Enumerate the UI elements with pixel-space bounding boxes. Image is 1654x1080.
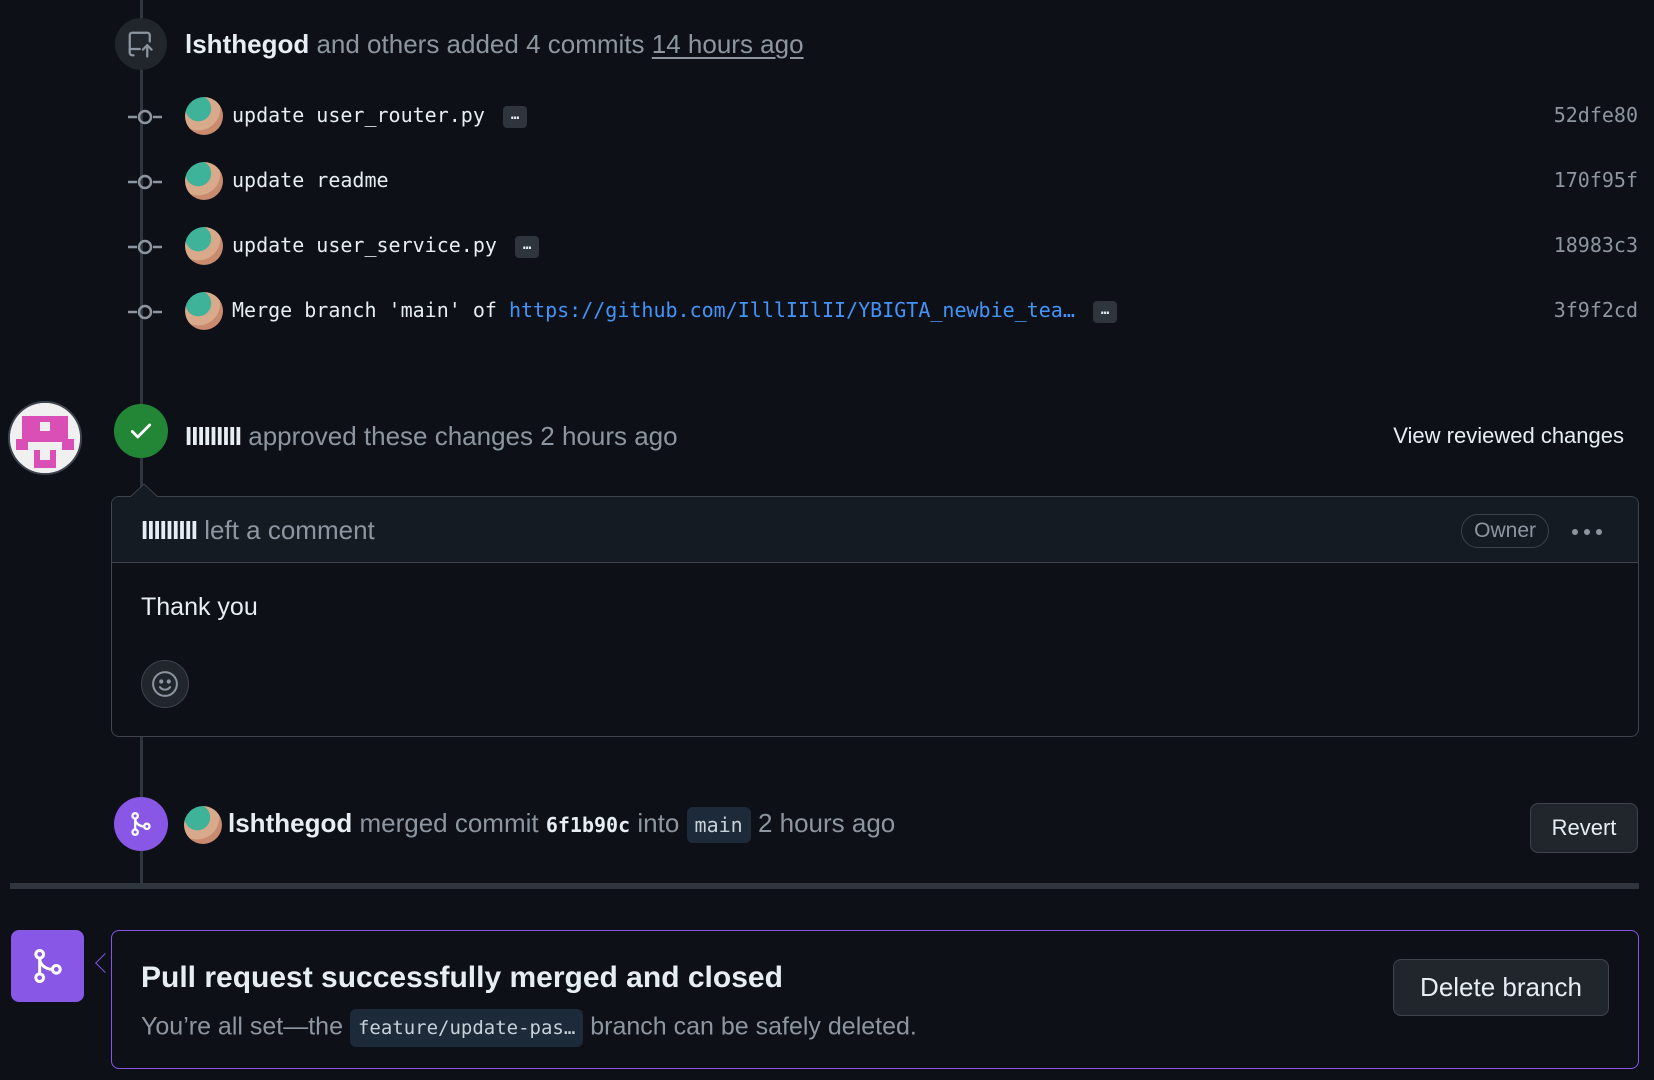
- merged-title: Pull request successfully merged and clo…: [141, 961, 783, 994]
- commit-sha-link[interactable]: 52dfe80: [1554, 103, 1638, 127]
- commit-url-link[interactable]: https://github.com/IlllIIlII/YBIGTA_newb…: [509, 298, 1075, 322]
- review-event-header: IIIIIIIII approved these changes 2 hours…: [185, 416, 678, 456]
- commit-message-link[interactable]: update user_router.py: [232, 103, 485, 127]
- reviewer-user-link[interactable]: IIIIIIIII: [185, 421, 242, 451]
- commit-expand-button[interactable]: …: [1092, 300, 1118, 323]
- review-time-link[interactable]: 2 hours ago: [540, 421, 677, 451]
- commit-message-link[interactable]: update user_service.py: [232, 233, 497, 257]
- avatar[interactable]: [185, 97, 223, 135]
- merged-subtitle: You’re all set—the feature/update-pas… b…: [141, 1009, 917, 1047]
- git-merge-icon: [114, 797, 168, 851]
- push-event-header: lshthegod and others added 4 commits 14 …: [185, 24, 804, 64]
- comment-body: Thank you: [141, 593, 258, 621]
- merge-user-link[interactable]: lshthegod: [228, 808, 352, 838]
- avatar[interactable]: [185, 292, 223, 330]
- merge-event-header: lshthegod merged commit 6f1b90c into mai…: [228, 803, 895, 845]
- commit-message: Merge branch 'main' of https://github.co…: [232, 298, 1118, 323]
- commit-message: update user_service.py …: [232, 233, 540, 258]
- base-branch-label[interactable]: main: [686, 807, 751, 843]
- merge-into-text: into: [637, 808, 680, 838]
- comment-author: IIIIIIIII left a comment: [141, 511, 375, 549]
- comment-action-text: left a comment: [204, 515, 375, 545]
- commit-row: update readme 170f95f: [118, 160, 1638, 204]
- merge-time-link[interactable]: 2 hours ago: [758, 808, 895, 838]
- commit-sha-link[interactable]: 18983c3: [1554, 233, 1638, 257]
- push-user-link[interactable]: lshthegod: [185, 29, 309, 59]
- git-commit-icon: [128, 304, 162, 320]
- commit-row: update user_service.py … 18983c3: [118, 225, 1638, 269]
- view-reviewed-changes-button[interactable]: View reviewed changes: [1393, 418, 1624, 454]
- review-comment: IIIIIIIII left a comment Owner Thank you: [111, 483, 1639, 737]
- commit-expand-button[interactable]: …: [514, 235, 540, 258]
- comment-pointer: [129, 483, 159, 498]
- delete-branch-button[interactable]: Delete branch: [1393, 959, 1609, 1016]
- owner-badge: Owner: [1461, 514, 1549, 548]
- avatar[interactable]: [184, 806, 222, 844]
- commit-message: update readme: [232, 168, 389, 192]
- timeline-line: [140, 851, 143, 883]
- commit-message: update user_router.py …: [232, 103, 528, 128]
- repo-push-icon: [115, 18, 167, 70]
- push-time-link[interactable]: 14 hours ago: [652, 29, 804, 59]
- merged-status-banner: Pull request successfully merged and clo…: [111, 930, 1639, 1069]
- timeline-line: [140, 737, 143, 797]
- commit-sha-link[interactable]: 3f9f2cd: [1554, 298, 1638, 322]
- merge-action-text: merged commit: [359, 808, 539, 838]
- commit-row: update user_router.py … 52dfe80: [118, 95, 1638, 139]
- check-icon: [114, 404, 168, 458]
- git-commit-icon: [128, 109, 162, 125]
- git-commit-icon: [128, 174, 162, 190]
- avatar[interactable]: [185, 162, 223, 200]
- avatar[interactable]: [185, 227, 223, 265]
- push-action-text: and others added 4 commits: [316, 29, 645, 59]
- head-branch-label[interactable]: feature/update-pas…: [349, 1009, 584, 1047]
- comment-header: IIIIIIIII left a comment Owner: [112, 497, 1638, 563]
- kebab-horizontal-icon[interactable]: [1570, 516, 1604, 544]
- revert-button[interactable]: Revert: [1530, 803, 1638, 853]
- review-action-text: approved these changes: [248, 421, 534, 451]
- commit-row: Merge branch 'main' of https://github.co…: [118, 290, 1638, 334]
- commit-sha-link[interactable]: 170f95f: [1554, 168, 1638, 192]
- commit-message-link[interactable]: Merge branch 'main' of: [232, 298, 509, 322]
- timeline-divider: [10, 883, 1639, 889]
- merge-commit-link[interactable]: 6f1b90c: [546, 813, 630, 837]
- commit-message-link[interactable]: update readme: [232, 168, 389, 192]
- merged-sub-before: You’re all set—the: [141, 1012, 343, 1041]
- comment-user-link[interactable]: IIIIIIIII: [141, 515, 198, 545]
- reviewer-avatar[interactable]: [8, 401, 82, 475]
- git-merge-icon: [11, 930, 84, 1002]
- commit-expand-button[interactable]: …: [502, 105, 528, 128]
- merged-sub-after: branch can be safely deleted.: [590, 1012, 917, 1041]
- smiley-icon[interactable]: [141, 660, 189, 708]
- git-commit-icon: [128, 239, 162, 255]
- timeline-line: [140, 0, 143, 18]
